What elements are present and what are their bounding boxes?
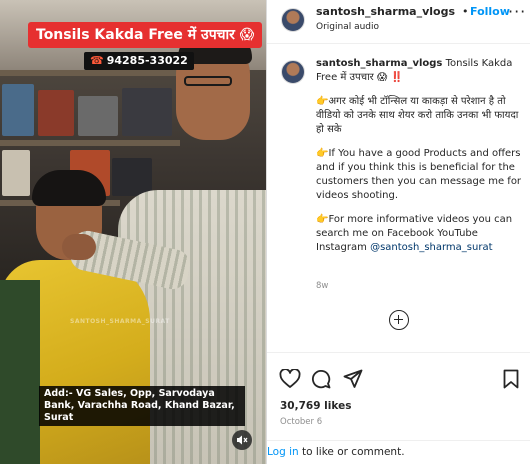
watermark: SANTOSH_SHARMA_SURAT (70, 318, 170, 325)
caption-mention[interactable]: @santosh_sharma_surat (370, 242, 492, 253)
separator-dot: • (462, 5, 469, 18)
shop-shelf (0, 70, 180, 76)
shop-box (2, 150, 30, 196)
reel-video[interactable]: Tonsils Kakda Free में उपचार 😱 ☎ 94285-33… (0, 0, 266, 464)
share-icon[interactable] (343, 369, 363, 389)
comment-icon[interactable] (311, 369, 331, 389)
title-banner: Tonsils Kakda Free में उपचार 😱 (28, 22, 263, 48)
heart-icon[interactable] (279, 369, 301, 389)
caption-time: 8w (316, 281, 329, 291)
woman-hair (32, 170, 106, 206)
post-date: October 6 (280, 417, 323, 427)
plus-circle-icon[interactable] (389, 310, 409, 330)
author-username[interactable]: santosh_sharma_vlogs (316, 5, 455, 18)
caption-paragraph-2: 👉If You have a good Products and offers … (316, 148, 522, 201)
more-options-icon[interactable]: ··· (508, 2, 526, 21)
shop-box (122, 88, 172, 136)
caption-paragraph-1: 👉अगर कोई भी टॉन्सिल या काकड़ा से परेशान … (316, 96, 519, 135)
phone-number: 94285-33022 (106, 54, 188, 67)
login-prompt: to like or comment. (298, 446, 405, 458)
caption-avatar[interactable] (281, 60, 305, 84)
hand (62, 234, 96, 260)
avatar[interactable] (281, 8, 305, 32)
phone-icon: ☎ (90, 54, 104, 67)
login-link[interactable]: Log in (267, 446, 299, 458)
caption: santosh_sharma_vlogs Tonsils Kakda Free … (316, 57, 522, 265)
shop-box (2, 84, 34, 136)
shop-box (78, 96, 118, 136)
like-count[interactable]: 30,769 likes (280, 400, 351, 412)
shop-shelf (0, 140, 180, 146)
phone-banner: ☎ 94285-33022 (84, 52, 194, 70)
shop-box (112, 158, 152, 196)
man-glasses (184, 76, 232, 86)
follow-button[interactable]: Follow (470, 5, 510, 18)
woman-blouse (0, 280, 40, 464)
post-panel: santosh_sharma_vlogs • Follow Original a… (266, 0, 530, 464)
shop-box (38, 90, 74, 136)
audio-label[interactable]: Original audio (316, 22, 379, 32)
caption-username[interactable]: santosh_sharma_vlogs (316, 58, 442, 69)
bookmark-icon[interactable] (503, 369, 519, 389)
speaker-muted-icon (237, 435, 248, 445)
mute-button[interactable] (232, 430, 252, 450)
address-caption: Add:- VG Sales, Opp, Sarvodaya Bank, Var… (39, 386, 245, 426)
post-header: santosh_sharma_vlogs • Follow Original a… (267, 0, 530, 44)
login-footer: Log in to like or comment. (267, 440, 530, 464)
